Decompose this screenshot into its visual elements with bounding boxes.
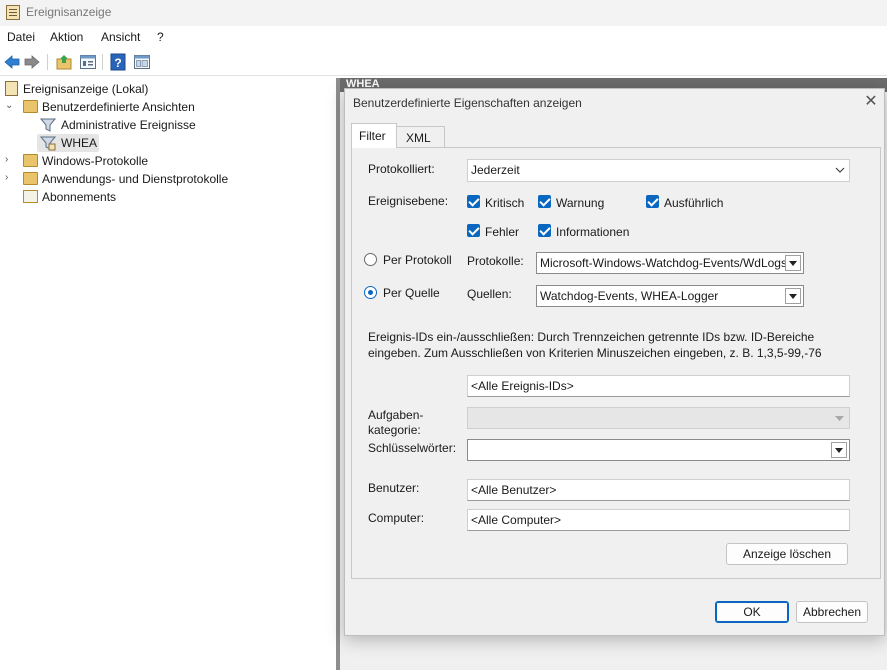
chevron-right-icon[interactable]: › <box>5 172 15 183</box>
by-source-label: Per Quelle <box>383 286 440 300</box>
folder-icon <box>23 154 38 167</box>
chevron-down-icon[interactable]: ⌄ <box>5 100 15 111</box>
logged-label: Protokolliert: <box>368 162 435 176</box>
warning-label: Warnung <box>556 196 605 210</box>
folder-icon <box>23 172 38 185</box>
event-ids-value: <Alle Ereignis-IDs> <box>471 379 574 393</box>
menu-aktion[interactable]: Aktion <box>50 30 83 44</box>
tree-item-custom-views[interactable]: ⌄ Benutzerdefinierte Ansichten <box>0 98 336 116</box>
chevron-down-icon <box>835 167 845 173</box>
by-log-label: Per Protokoll <box>383 253 452 267</box>
error-checkbox[interactable] <box>467 224 480 237</box>
error-label: Fehler <box>485 225 520 239</box>
toolbar: ? <box>0 48 887 76</box>
warning-checkbox[interactable] <box>538 195 551 208</box>
ok-button[interactable]: OK <box>715 601 789 623</box>
logged-dropdown[interactable]: Jederzeit <box>467 159 850 182</box>
svg-text:?: ? <box>114 56 121 70</box>
event-ids-input[interactable]: <Alle Ereignis-IDs> <box>467 375 850 397</box>
ids-description-line1: Ereignis-IDs ein-/ausschließen: Durch Tr… <box>368 330 815 344</box>
user-label: Benutzer: <box>368 481 420 495</box>
sources-field[interactable]: Watchdog-Events, WHEA-Logger <box>536 285 804 307</box>
critical-checkbox[interactable] <box>467 195 480 208</box>
critical-label: Kritisch <box>485 196 525 210</box>
keywords-label: Schlüsselwörter: <box>368 441 457 455</box>
menu-help[interactable]: ? <box>157 30 164 44</box>
filter-icon <box>40 118 56 132</box>
toolbar-separator <box>47 54 48 70</box>
tree-label-custom-views: Benutzerdefinierte Ansichten <box>42 100 195 114</box>
help-icon[interactable]: ? <box>109 53 127 71</box>
verbose-label: Ausführlich <box>664 196 724 210</box>
filter-icon <box>40 136 56 151</box>
forward-arrow-icon[interactable] <box>23 53 41 71</box>
information-checkbox[interactable] <box>538 224 551 237</box>
computer-input[interactable]: <Alle Computer> <box>467 509 850 531</box>
chevron-down-icon[interactable] <box>785 288 801 304</box>
menu-datei[interactable]: Datei <box>7 30 35 44</box>
close-icon[interactable]: ✕ <box>863 94 879 110</box>
navigation-tree: Ereignisanzeige (Lokal) ⌄ Benutzerdefini… <box>0 78 336 670</box>
chevron-right-icon[interactable]: › <box>5 154 15 165</box>
computer-label: Computer: <box>368 511 425 525</box>
event-viewer-icon <box>6 5 20 20</box>
event-viewer-icon <box>5 81 18 96</box>
tree-item-subscriptions[interactable]: Abonnements <box>0 188 336 206</box>
tree-label-admin-events: Administrative Ereignisse <box>61 118 196 132</box>
user-input[interactable]: <Alle Benutzer> <box>467 479 850 501</box>
tree-item-admin-events[interactable]: Administrative Ereignisse <box>0 116 336 134</box>
computer-value: <Alle Computer> <box>471 513 562 527</box>
tree-label-app-logs: Anwendungs- und Dienstprotokolle <box>42 172 229 186</box>
verbose-checkbox[interactable] <box>646 195 659 208</box>
task-category-label-1: Aufgaben- <box>368 408 424 422</box>
cancel-button[interactable]: Abbrechen <box>796 601 868 623</box>
tree-label-whea: WHEA <box>61 136 97 150</box>
tree-label-subscriptions: Abonnements <box>42 190 117 204</box>
clear-filter-button[interactable]: Anzeige löschen <box>726 543 848 565</box>
show-hide-pane-icon[interactable] <box>133 53 151 71</box>
subscriptions-icon <box>23 190 38 203</box>
logs-field[interactable]: Microsoft-Windows-Watchdog-Events/WdLogs <box>536 252 804 274</box>
user-value: <Alle Benutzer> <box>471 483 557 497</box>
tree-label-windows-logs: Windows-Protokolle <box>42 154 149 168</box>
title-bar: Ereignisanzeige <box>0 0 887 26</box>
level-label: Ereignisebene: <box>368 194 449 208</box>
filter-panel: Protokolliert: Jederzeit Ereignisebene: … <box>351 147 881 579</box>
custom-view-properties-dialog: Benutzerdefinierte Eigenschaften anzeige… <box>344 88 885 636</box>
chevron-down-icon[interactable] <box>831 442 847 458</box>
keywords-dropdown[interactable] <box>467 439 850 461</box>
by-source-radio[interactable] <box>364 286 377 299</box>
tab-filter[interactable]: Filter <box>351 123 397 148</box>
information-label: Informationen <box>556 225 630 239</box>
sources-label: Quellen: <box>467 287 512 301</box>
chevron-down-icon[interactable] <box>785 255 801 271</box>
tree-item-windows-logs[interactable]: › Windows-Protokolle <box>0 152 336 170</box>
tree-item-root[interactable]: Ereignisanzeige (Lokal) <box>0 80 336 98</box>
chevron-down-icon <box>835 416 844 421</box>
ids-description-line2: eingeben. Zum Ausschließen von Kriterien… <box>368 346 822 360</box>
app-title: Ereignisanzeige <box>26 5 112 19</box>
logs-label: Protokolle: <box>467 254 524 268</box>
logged-value: Jederzeit <box>471 163 520 177</box>
back-arrow-icon[interactable] <box>3 53 21 71</box>
task-category-label-2: kategorie: <box>368 423 421 437</box>
logs-value: Microsoft-Windows-Watchdog-Events/WdLogs <box>540 256 787 270</box>
tree-item-whea[interactable]: WHEA <box>37 134 99 152</box>
by-log-radio[interactable] <box>364 253 377 266</box>
tab-xml[interactable]: XML <box>397 126 445 148</box>
menu-ansicht[interactable]: Ansicht <box>101 30 140 44</box>
task-category-dropdown <box>467 407 850 429</box>
sources-value: Watchdog-Events, WHEA-Logger <box>540 289 719 303</box>
toolbar-separator <box>102 54 103 70</box>
tree-label-root: Ereignisanzeige (Lokal) <box>23 82 149 96</box>
menu-bar: Datei Aktion Ansicht ? <box>0 26 887 48</box>
folder-icon <box>23 100 38 113</box>
folder-up-icon[interactable] <box>55 53 73 71</box>
tree-item-app-logs[interactable]: › Anwendungs- und Dienstprotokolle <box>0 170 336 188</box>
dialog-title: Benutzerdefinierte Eigenschaften anzeige… <box>353 96 582 110</box>
properties-icon[interactable] <box>79 53 97 71</box>
